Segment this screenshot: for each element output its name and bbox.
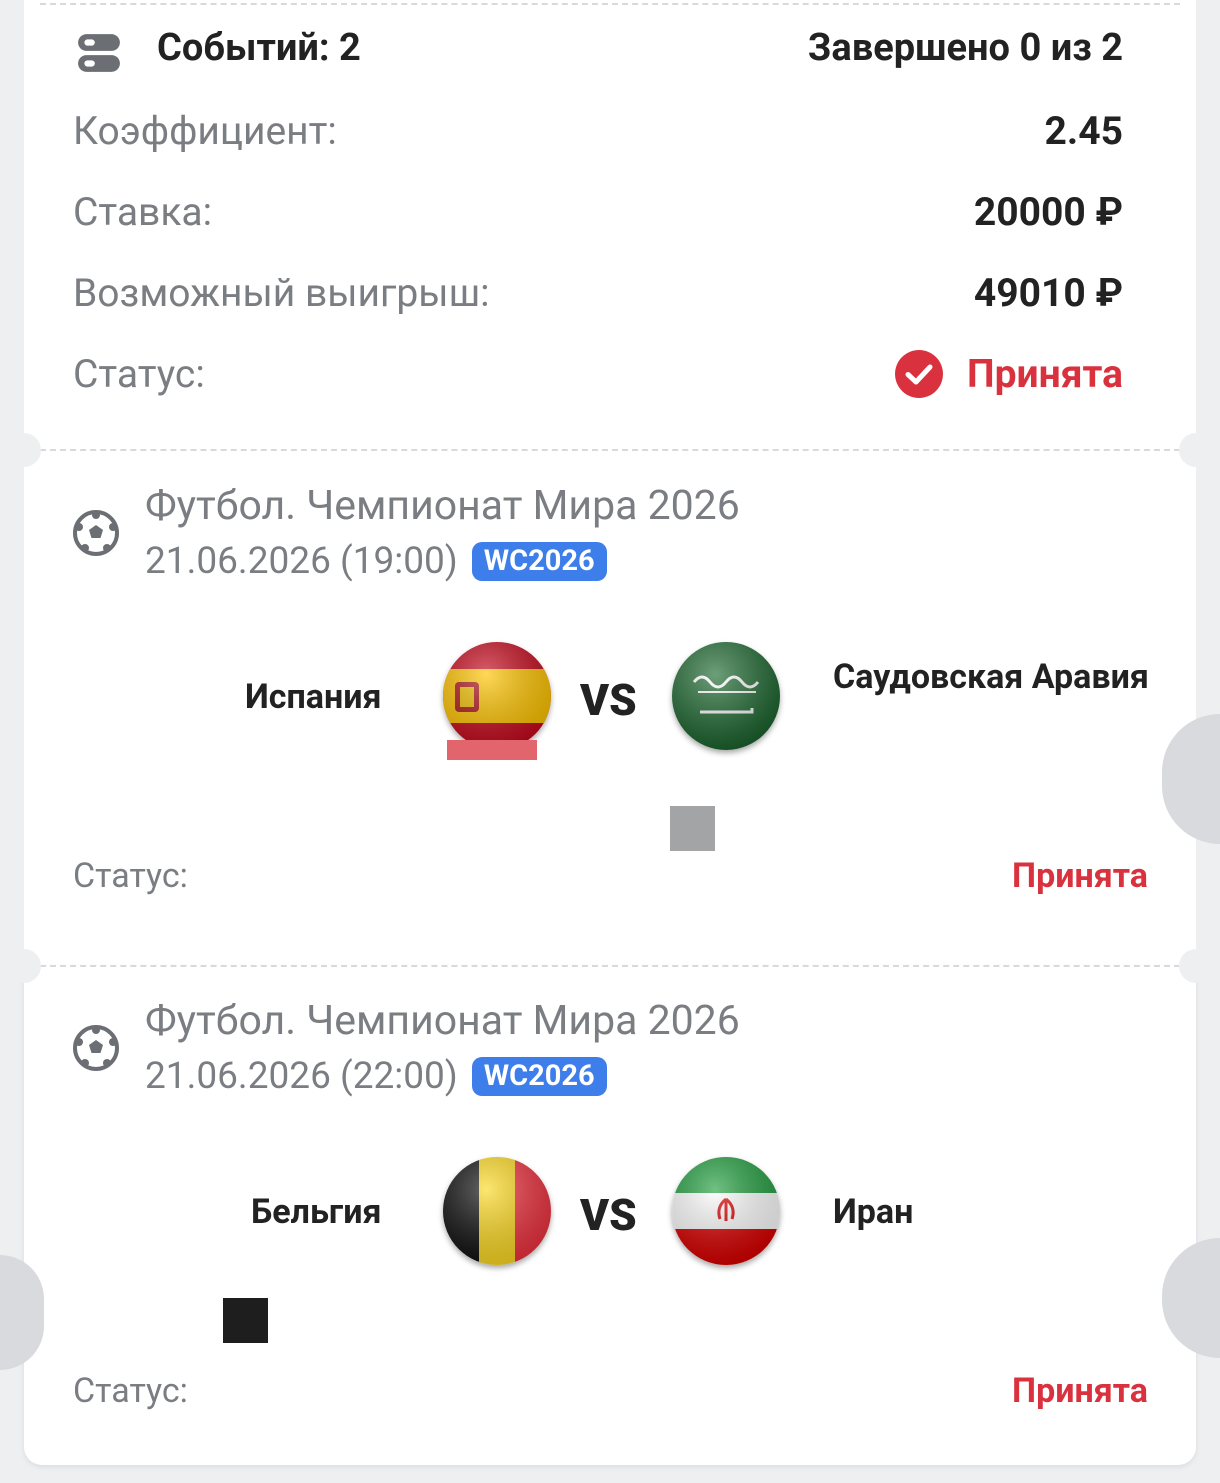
placeholder-square [223,1298,268,1343]
league-title: Футбол. Чемпионат Мира 2026 [145,482,740,530]
status-value-group: Принята [895,350,1123,398]
coef-value: 2.45 [1044,108,1123,154]
coef-label: Коэффициент: [73,108,337,154]
flag-reflection [447,740,537,760]
event-card-2: Футбол. Чемпионат Мира 2026 21.06.2026 (… [24,965,1196,1465]
tournament-badge: WC2026 [471,542,607,581]
win-row: Возможный выигрыш: 49010 ₽ [73,270,1123,316]
stake-row: Ставка: 20000 ₽ [73,189,1123,235]
status-row: Статус: Принята [73,350,1123,398]
belgium-flag-icon [443,1157,551,1265]
event-status-row: Статус: Принята [73,1371,1148,1411]
league-title: Футбол. Чемпионат Мира 2026 [145,997,740,1045]
completed-count: Завершено 0 из 2 [807,26,1123,70]
ticket-notch [7,949,41,983]
event-status-row: Статус: Принята [73,856,1148,896]
event-status-label: Статус: [73,856,188,896]
spain-flag-icon [443,642,551,750]
summary-header-row: Событий: 2 Завершено 0 из 2 [157,26,1123,70]
event-card-1: Футбол. Чемпионат Мира 2026 21.06.2026 (… [24,450,1196,965]
ticket-notch [7,433,41,467]
soccer-ball-icon [73,1025,119,1071]
event-datetime: 21.06.2026 (19:00) [145,540,458,583]
event-status-value: Принята [1012,1371,1148,1411]
check-circle-icon [895,350,944,398]
event-date-row: 21.06.2026 (22:00) WC2026 [145,1055,607,1098]
event-status-value: Принята [1012,856,1148,896]
events-count: Событий: 2 [157,26,361,70]
status-label: Статус: [73,351,205,397]
event-status-label: Статус: [73,1371,188,1411]
status-value: Принята [967,351,1123,397]
team2-name: Иран [833,1192,914,1232]
vs-label: VS [580,674,637,726]
team1-name: Бельгия [251,1192,382,1232]
win-label: Возможный выигрыш: [73,270,490,316]
stake-label: Ставка: [73,189,213,235]
tournament-badge: WC2026 [471,1057,607,1096]
bet-summary-card: Событий: 2 Завершено 0 из 2 Коэффициент:… [24,0,1196,450]
event-date-row: 21.06.2026 (19:00) WC2026 [145,540,607,583]
ticket-notch [1179,949,1213,983]
events-list-icon [78,34,120,72]
event-datetime: 21.06.2026 (22:00) [145,1055,458,1098]
coef-row: Коэффициент: 2.45 [73,108,1123,154]
stake-value: 20000 ₽ [973,189,1123,235]
team2-name: Саудовская Аравия [833,657,1149,697]
vs-label: VS [580,1189,637,1241]
placeholder-square [670,806,715,851]
perforation-2 [40,965,1180,967]
perforation-top [40,3,1180,5]
saudi-arabia-flag-icon [672,642,780,750]
ticket-notch [1179,433,1213,467]
win-value: 49010 ₽ [973,270,1123,316]
team1-name: Испания [245,677,382,717]
perforation-1 [40,449,1180,451]
soccer-ball-icon [73,510,119,556]
iran-flag-icon [672,1157,780,1265]
